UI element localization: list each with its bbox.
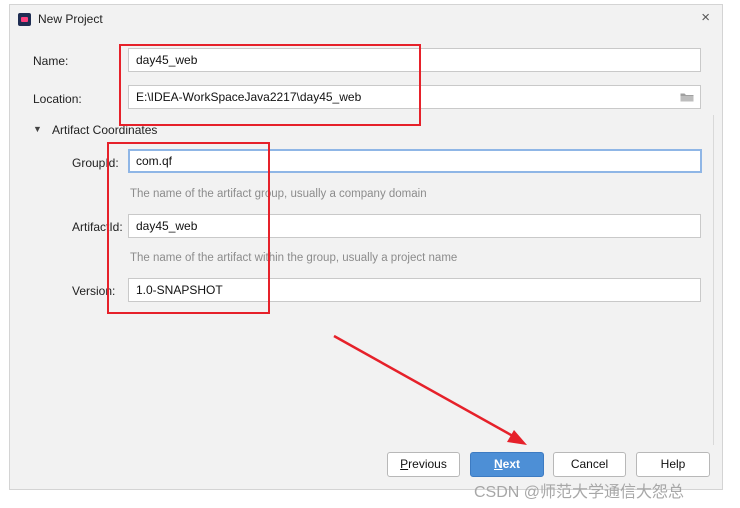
artifactid-hint: The name of the artifact within the grou…: [130, 252, 458, 264]
location-value: E:\IDEA-WorkSpaceJava2217\day45_web: [136, 90, 362, 104]
groupid-hint: The name of the artifact group, usually …: [130, 188, 427, 200]
name-field[interactable]: day45_web: [128, 48, 701, 72]
intellij-app-icon: [18, 13, 31, 26]
help-button[interactable]: Help: [636, 452, 710, 477]
name-label: Name:: [33, 54, 69, 68]
new-project-dialog: New Project × Name: day45_web Location: …: [9, 4, 723, 490]
csdn-watermark: CSDN @师范大学通信大怨总: [474, 484, 685, 501]
title-bar: New Project ×: [10, 5, 722, 33]
close-icon[interactable]: ×: [701, 9, 710, 26]
cancel-button[interactable]: Cancel: [553, 452, 626, 477]
groupid-label: GroupId:: [72, 156, 119, 170]
groupid-field[interactable]: com.qf: [128, 149, 702, 173]
panel-divider: [713, 115, 714, 445]
location-label: Location:: [33, 92, 82, 106]
previous-button[interactable]: Previous: [387, 452, 460, 477]
version-field[interactable]: 1.0-SNAPSHOT: [128, 278, 701, 302]
dialog-title: New Project: [38, 12, 103, 26]
artifactid-field[interactable]: day45_web: [128, 214, 701, 238]
next-button[interactable]: Next: [470, 452, 544, 477]
artifact-coordinates-title[interactable]: Artifact Coordinates: [52, 123, 157, 137]
artifactid-label: ArtifactId:: [72, 220, 123, 234]
location-field[interactable]: E:\IDEA-WorkSpaceJava2217\day45_web: [128, 85, 701, 109]
version-label: Version:: [72, 284, 116, 298]
previous-label-rest: revious: [408, 457, 447, 471]
next-mnemonic: N: [493, 457, 503, 471]
folder-icon[interactable]: [680, 92, 694, 102]
previous-mnemonic: P: [400, 457, 409, 471]
next-label-rest: ext: [502, 457, 520, 471]
chevron-down-icon[interactable]: ▼: [33, 124, 42, 134]
